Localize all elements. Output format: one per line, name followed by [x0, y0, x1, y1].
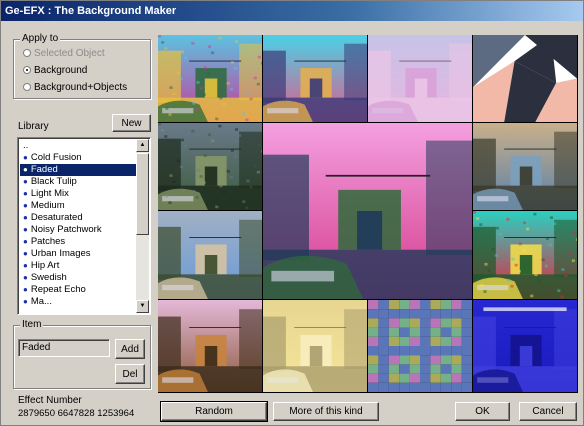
item-name-field[interactable]: Faded — [18, 339, 110, 357]
preview-tile-5[interactable] — [158, 123, 262, 210]
bullet-icon: ● — [23, 261, 28, 270]
list-item-label: Desaturated — [30, 212, 83, 223]
radio-unchecked-icon — [23, 49, 31, 58]
list-item[interactable]: ● Hip Art — [20, 260, 136, 272]
bullet-icon: ● — [23, 237, 28, 246]
radio-unchecked-icon — [23, 83, 31, 92]
add-button[interactable]: Add — [115, 339, 145, 359]
background-maker-window: Ge-EFX : The Background Maker Apply to S… — [0, 0, 584, 426]
list-item-label: Medium — [30, 200, 65, 211]
list-item-label: Hip Art — [30, 260, 60, 271]
list-item[interactable]: ● Faded — [20, 164, 136, 176]
list-item[interactable]: ● Ma... — [20, 296, 136, 308]
preview-tile-4[interactable] — [473, 35, 577, 122]
list-item[interactable]: ● Swedish — [20, 272, 136, 284]
list-item-label: Swedish — [30, 272, 67, 283]
apply-to-legend: Apply to — [20, 33, 61, 44]
list-item[interactable]: ● Urban Images — [20, 248, 136, 260]
list-item-label: Black Tulip — [30, 176, 77, 187]
radio-checked-icon — [23, 66, 31, 75]
list-item[interactable]: ● Light Mix — [20, 188, 136, 200]
del-button[interactable]: Del — [115, 364, 145, 384]
new-button[interactable]: New — [112, 114, 151, 132]
preview-grid — [158, 35, 578, 393]
preview-tile-2[interactable] — [263, 35, 367, 122]
radio-label: Selected Object — [34, 48, 105, 59]
bullet-icon: ● — [23, 189, 28, 198]
list-item[interactable]: ● Black Tulip — [20, 176, 136, 188]
list-item[interactable]: ● Desaturated — [20, 212, 136, 224]
bullet-icon: ● — [23, 273, 28, 282]
scroll-down-arrow-icon[interactable]: ▼ — [136, 300, 149, 313]
list-item-label: Faded — [30, 164, 58, 175]
list-item-label: Patches — [30, 236, 66, 247]
cancel-button[interactable]: Cancel — [519, 402, 577, 421]
bullet-icon: ● — [23, 249, 28, 258]
bullet-icon: ● — [23, 213, 28, 222]
library-list: .. ● Cold Fusion ● Faded ● Black Tulip ● Light … — [20, 140, 136, 308]
list-item-label: Repeat Echo — [30, 284, 86, 295]
preview-tile-6[interactable] — [263, 123, 472, 299]
ok-button[interactable]: OK — [455, 402, 510, 421]
preview-tile-12[interactable] — [368, 300, 472, 392]
bullet-icon: ● — [23, 153, 28, 162]
preview-tile-11[interactable] — [263, 300, 367, 392]
scroll-thumb[interactable] — [136, 153, 149, 235]
library-label: Library — [18, 121, 49, 132]
list-item-parent[interactable]: .. — [20, 140, 136, 152]
scroll-up-arrow-icon[interactable]: ▲ — [136, 139, 149, 152]
preview-tile-9[interactable] — [473, 211, 577, 299]
preview-tile-1[interactable] — [158, 35, 262, 122]
radio-option: Selected Object — [23, 47, 105, 61]
random-button[interactable]: Random — [160, 401, 268, 422]
radio-option[interactable]: Background+Objects — [23, 81, 127, 95]
parent-dir-label: .. — [23, 140, 29, 151]
list-item[interactable]: ● Patches — [20, 236, 136, 248]
preview-tile-13[interactable] — [473, 300, 577, 392]
library-listbox[interactable]: .. ● Cold Fusion ● Faded ● Black Tulip ● Light … — [17, 137, 151, 315]
bullet-icon: ● — [23, 201, 28, 210]
effect-number-label: Effect Number — [18, 395, 82, 406]
library-scrollbar[interactable]: ▲ ▼ — [136, 139, 149, 313]
preview-tile-10[interactable] — [158, 300, 262, 392]
list-item-label: Urban Images — [30, 248, 91, 259]
radio-option[interactable]: Background — [23, 64, 87, 78]
list-item[interactable]: ● Repeat Echo — [20, 284, 136, 296]
more-of-this-kind-button[interactable]: More of this kind — [273, 402, 379, 421]
preview-tile-3[interactable] — [368, 35, 472, 122]
radio-label: Background — [34, 65, 88, 76]
list-item[interactable]: ● Noisy Patchwork — [20, 224, 136, 236]
list-item-label: Cold Fusion — [30, 152, 82, 163]
list-item[interactable]: ● Medium — [20, 200, 136, 212]
list-item-label: Ma... — [30, 296, 52, 307]
list-item[interactable]: ● Cold Fusion — [20, 152, 136, 164]
bullet-icon: ● — [23, 225, 28, 234]
radio-label: Background+Objects — [34, 82, 128, 93]
bullet-icon: ● — [23, 297, 28, 306]
bullet-icon: ● — [23, 165, 28, 174]
window-title: Ge-EFX : The Background Maker — [1, 1, 583, 21]
bullet-icon: ● — [23, 177, 28, 186]
list-item-label: Noisy Patchwork — [30, 224, 102, 235]
bullet-icon: ● — [23, 285, 28, 294]
effect-number-value: 2879650 6647828 1253964 — [18, 408, 135, 419]
list-item-label: Light Mix — [30, 188, 69, 199]
preview-tile-7[interactable] — [473, 123, 577, 210]
item-legend: Item — [20, 319, 44, 330]
preview-tile-8[interactable] — [158, 211, 262, 299]
